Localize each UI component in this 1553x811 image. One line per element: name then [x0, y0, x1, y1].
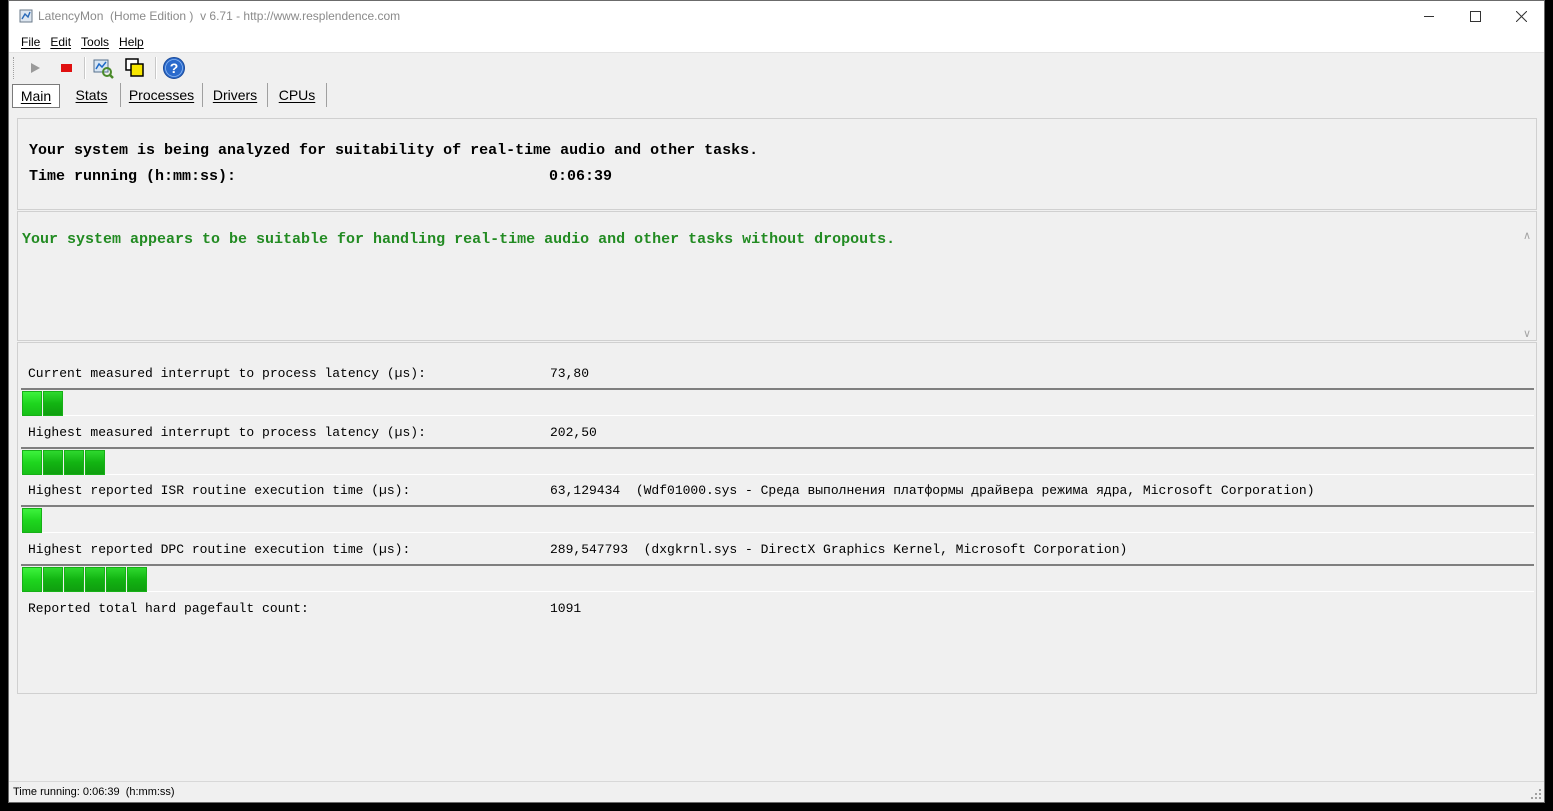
- analyze-button[interactable]: [91, 56, 115, 80]
- bar-segment: [64, 450, 84, 475]
- bar-fill: [22, 450, 106, 475]
- toolbar: ?: [9, 53, 1544, 83]
- scroll-up-icon[interactable]: ∧: [1519, 228, 1535, 242]
- tab-drivers[interactable]: Drivers: [203, 83, 268, 107]
- svg-text:?: ?: [170, 60, 179, 76]
- dpc-time-value: 289,547793 (dxgkrnl.sys - DirectX Graphi…: [550, 542, 1128, 557]
- tab-main[interactable]: Main: [12, 84, 60, 108]
- tab-processes[interactable]: Processes: [121, 83, 203, 107]
- bar-segment: [85, 567, 105, 592]
- play-icon: [31, 63, 40, 73]
- help-button[interactable]: ?: [162, 56, 186, 80]
- minimize-icon: [1424, 16, 1434, 17]
- maximize-icon: [1469, 11, 1481, 22]
- bar-segment: [127, 567, 147, 592]
- start-button[interactable]: [23, 56, 47, 80]
- highest-latency-label: Highest measured interrupt to process la…: [28, 425, 426, 440]
- pagefault-count-value: 1091: [550, 601, 582, 616]
- dpc-time-bar: [21, 564, 1534, 592]
- menu-bar: File Edit Tools Help: [9, 32, 1544, 53]
- maximize-button[interactable]: [1452, 1, 1498, 32]
- bar-fill: [22, 508, 43, 533]
- current-latency-bar: [21, 388, 1534, 416]
- minimize-button[interactable]: [1406, 1, 1452, 32]
- resize-grip-icon[interactable]: [1530, 788, 1542, 800]
- tab-bar: Main Stats Processes Drivers CPUs: [9, 83, 1544, 109]
- bar-segment: [43, 567, 63, 592]
- bar-segment: [22, 567, 42, 592]
- status-bar-text: Time running: 0:06:39 (h:mm:ss): [13, 786, 175, 798]
- close-button[interactable]: [1498, 1, 1544, 32]
- bar-segment: [64, 567, 84, 592]
- tab-cpus[interactable]: CPUs: [268, 83, 327, 107]
- stop-icon: [61, 64, 72, 72]
- time-running-label: Time running (h:mm:ss):: [29, 168, 237, 185]
- toolbar-separator: [84, 57, 86, 79]
- bar-fill: [22, 391, 64, 416]
- windows-icon: [125, 58, 144, 77]
- metrics-panel: Current measured interrupt to process la…: [17, 342, 1537, 694]
- bar-segment: [43, 450, 63, 475]
- menu-file[interactable]: File: [15, 32, 45, 52]
- bar-segment: [85, 450, 105, 475]
- stop-button[interactable]: [54, 56, 78, 80]
- toolbar-grip[interactable]: [13, 57, 17, 79]
- bar-fill: [22, 567, 148, 592]
- dpc-time-label: Highest reported DPC routine execution t…: [28, 542, 411, 557]
- isr-time-value: 63,129434 (Wdf01000.sys - Среда выполнен…: [550, 483, 1315, 498]
- app-window: LatencyMon (Home Edition ) v 6.71 - http…: [8, 0, 1545, 803]
- conclusion-panel: Your system appears to be suitable for h…: [17, 211, 1537, 341]
- scroll-down-icon[interactable]: ∨: [1519, 326, 1535, 340]
- bar-segment: [106, 567, 126, 592]
- menu-tools[interactable]: Tools: [76, 32, 114, 52]
- toolbar-separator: [155, 57, 157, 79]
- analyze-icon: [93, 59, 114, 79]
- conclusion-scrollbar[interactable]: ∧ ∨: [1519, 228, 1535, 340]
- conclusion-text: Your system appears to be suitable for h…: [22, 231, 896, 248]
- time-running-value: 0:06:39: [549, 168, 613, 185]
- current-latency-label: Current measured interrupt to process la…: [28, 366, 426, 381]
- analysis-status-text: Your system is being analyzed for suitab…: [29, 142, 759, 159]
- windows-button[interactable]: [123, 56, 147, 80]
- help-icon: ?: [163, 57, 185, 79]
- title-bar[interactable]: LatencyMon (Home Edition ) v 6.71 - http…: [9, 1, 1544, 32]
- tab-stats[interactable]: Stats: [63, 83, 121, 107]
- bar-segment: [22, 508, 42, 533]
- current-latency-value: 73,80: [550, 366, 590, 381]
- pagefault-count-label: Reported total hard pagefault count:: [28, 601, 309, 616]
- menu-help[interactable]: Help: [114, 32, 149, 52]
- isr-time-bar: [21, 505, 1534, 533]
- bar-segment: [22, 391, 42, 416]
- analysis-status-panel: Your system is being analyzed for suitab…: [17, 118, 1537, 210]
- highest-latency-bar: [21, 447, 1534, 475]
- bar-segment: [22, 450, 42, 475]
- window-title: LatencyMon (Home Edition ) v 6.71 - http…: [38, 9, 401, 23]
- close-icon: [1515, 11, 1527, 22]
- isr-time-label: Highest reported ISR routine execution t…: [28, 483, 411, 498]
- bar-segment: [43, 391, 63, 416]
- latencymon-app-icon: [19, 9, 33, 23]
- highest-latency-value: 202,50: [550, 425, 597, 440]
- status-bar: Time running: 0:06:39 (h:mm:ss): [9, 781, 1544, 802]
- menu-edit[interactable]: Edit: [45, 32, 76, 52]
